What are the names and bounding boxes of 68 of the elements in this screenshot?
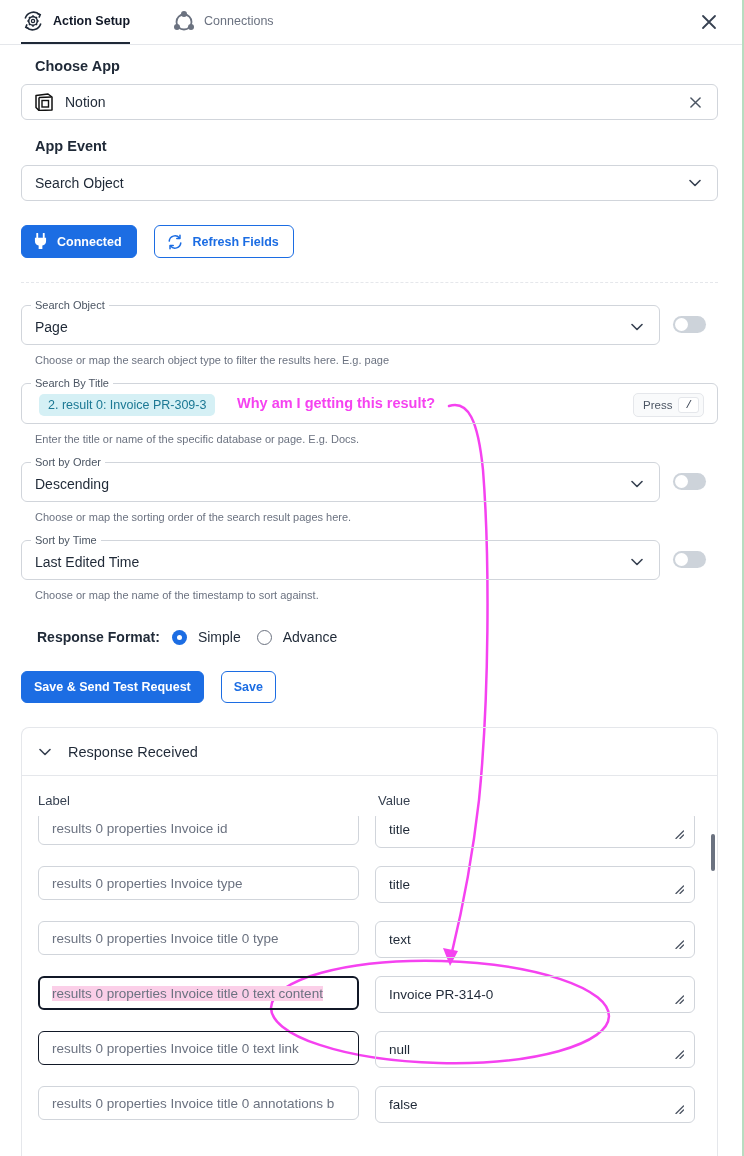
annotation-text: Why am I getting this result? [237, 395, 436, 412]
chevron-down-icon [631, 557, 643, 566]
column-header: Label [38, 793, 71, 808]
help-text: Choose or map the search object type to filter the results here. E.g. page [34, 353, 391, 367]
label-field[interactable]: results 0 properties Invoice title 0 text link [38, 1031, 359, 1065]
column-header: Value [377, 793, 412, 808]
field-label: Sort by Order [34, 456, 103, 469]
field-label: Response Format: [37, 629, 160, 645]
close-button[interactable] [701, 14, 717, 30]
section-heading: Choose App [34, 57, 121, 75]
help-text: Choose or map the sorting order of the search result pages here. [34, 510, 353, 524]
resize-grip-icon[interactable] [675, 830, 684, 839]
toggle-switch[interactable] [672, 551, 706, 568]
value-field[interactable]: false [375, 1086, 695, 1123]
label-field[interactable]: results 0 properties Invoice title 0 text content [38, 976, 359, 1010]
select-field[interactable]: Sort by Order Descending [21, 456, 660, 502]
resize-grip-icon[interactable] [675, 885, 684, 894]
select-field[interactable]: Search Object Page [21, 299, 660, 345]
help-text: Choose or map the name of the timestamp to sort against. [34, 588, 320, 602]
tab[interactable]: Connections [172, 0, 274, 44]
resize-grip-icon[interactable] [675, 1105, 684, 1114]
value-field[interactable]: title [375, 866, 695, 903]
label-field[interactable]: results 0 properties Invoice title 0 annotations b [38, 1086, 359, 1120]
field-label: Search By Title [34, 377, 110, 390]
mapped-value-chip[interactable]: 2. result 0: Invoice PR-309-3 [39, 394, 216, 416]
toggle-switch[interactable] [672, 473, 706, 490]
field-label: Sort by Time [34, 534, 98, 547]
send-test-request-button[interactable]: Save & Send Test Request [21, 671, 204, 703]
save-button[interactable]: Save [220, 671, 276, 703]
plug-icon [34, 233, 47, 250]
shortcut-label: Press [643, 399, 673, 411]
chevron-down-icon [689, 179, 701, 187]
section-heading: App Event [34, 137, 108, 155]
resize-grip-icon[interactable] [675, 940, 684, 949]
chevron-down-icon[interactable] [39, 747, 51, 756]
label-field[interactable]: results 0 properties Invoice id [38, 816, 359, 845]
label-field[interactable]: results 0 properties Invoice title 0 type [38, 921, 359, 955]
connected-button[interactable]: Connected [21, 225, 137, 258]
gear-cycle-icon [22, 10, 44, 32]
resize-grip-icon[interactable] [675, 995, 684, 1004]
field-label: Search Object [34, 299, 106, 312]
help-text: Enter the title or name of the specific database or page. E.g. Docs. [34, 432, 361, 446]
app-select-field[interactable]: Notion [21, 84, 718, 120]
refresh-fields-button[interactable]: Refresh Fields [153, 225, 294, 258]
value-field[interactable]: text [375, 921, 695, 958]
resize-grip-icon[interactable] [675, 1050, 684, 1059]
value-field[interactable]: Invoice PR-314-0 [375, 976, 695, 1013]
select-field[interactable]: Sort by Time Last Edited Time [21, 534, 660, 580]
value-field[interactable]: title [375, 816, 695, 848]
radio-label: Advance [282, 629, 338, 645]
block-logo-icon [35, 93, 53, 111]
chevron-down-icon [631, 479, 643, 488]
label-field[interactable]: results 0 properties Invoice type [38, 866, 359, 900]
key-cap: / [678, 397, 699, 413]
radio-button[interactable] [171, 629, 187, 645]
refresh-icon [166, 233, 183, 250]
clear-icon[interactable] [690, 96, 701, 108]
toggle-switch[interactable] [672, 316, 706, 333]
value-field[interactable]: null [375, 1031, 695, 1068]
radio-button[interactable] [256, 629, 272, 645]
chevron-down-icon [631, 322, 643, 331]
radio-label: Simple [197, 629, 241, 645]
scrollbar-thumb[interactable] [711, 834, 715, 871]
event-select-field[interactable]: Search Object [21, 165, 718, 201]
panel-title[interactable]: Response Received [68, 743, 198, 760]
tab[interactable]: Action Setup [21, 0, 131, 44]
connected-nodes-icon [173, 10, 196, 32]
close-icon [701, 14, 717, 30]
